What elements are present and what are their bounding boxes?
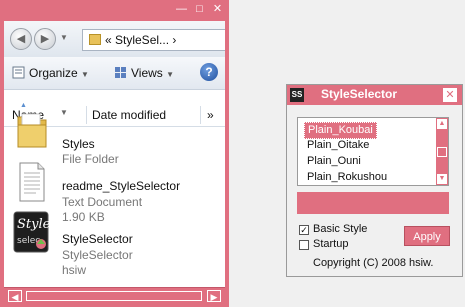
scrollbar-thumb[interactable] xyxy=(26,291,202,301)
apply-button[interactable]: Apply xyxy=(404,226,450,246)
help-icon[interactable]: ? xyxy=(200,63,218,81)
file-name: readme_StyleSelector xyxy=(62,179,181,193)
list-item[interactable]: Plain_Rokushou xyxy=(304,170,390,185)
styleselector-app-icon: Style selec xyxy=(13,211,49,253)
back-button[interactable]: ◀ xyxy=(10,28,32,50)
file-name: StyleSelector xyxy=(62,232,133,246)
file-company: hsiw xyxy=(62,263,87,277)
basic-style-checkbox[interactable]: ✓ xyxy=(299,225,309,235)
address-path: « StyleSel... › xyxy=(105,33,177,47)
styleselector-window: SS StyleSelector ✕ Plain_Koubai Plain_Oi… xyxy=(286,84,463,277)
forward-button[interactable]: ▶ xyxy=(34,28,56,50)
window-title: StyleSelector xyxy=(321,87,398,101)
file-type: Text Document xyxy=(62,195,143,209)
file-description: StyleSelector xyxy=(62,248,133,262)
list-item[interactable]: Plain_Koubai xyxy=(304,122,377,139)
list-item[interactable]: Plain_Ouni xyxy=(304,154,364,169)
horizontal-scrollbar[interactable]: ◀ ▶ xyxy=(4,287,225,304)
navigation-bar: ◀ ▶ ▼ « StyleSel... › xyxy=(4,21,225,57)
basic-style-label: Basic Style xyxy=(313,223,368,235)
folder-icon xyxy=(17,113,47,148)
close-button[interactable]: ✕ xyxy=(210,2,225,16)
views-button[interactable]: Views ▼ xyxy=(114,66,174,80)
views-icon xyxy=(115,67,126,78)
organize-label: Organize xyxy=(29,66,78,80)
organize-icon xyxy=(12,66,25,79)
scrollbar-thumb[interactable] xyxy=(437,147,447,157)
svg-text:Style: Style xyxy=(17,217,49,232)
file-item-styleselector[interactable]: Style selec StyleSelector StyleSelector … xyxy=(4,211,225,277)
explorer-content: ◀ ▶ ▼ « StyleSel... › Organize ▼ Views ▼… xyxy=(4,21,225,287)
close-button[interactable]: ✕ xyxy=(443,88,457,102)
command-toolbar: Organize ▼ Views ▼ ? xyxy=(4,57,225,90)
file-item-styles[interactable]: Styles File Folder xyxy=(4,109,225,166)
file-name: Styles xyxy=(62,137,95,151)
recent-pages-chevron-icon[interactable]: ▼ xyxy=(60,33,68,42)
forward-arrow-icon: ▶ xyxy=(40,33,50,45)
copyright-text: Copyright (C) 2008 hsiw. xyxy=(313,257,434,269)
minimize-button[interactable]: — xyxy=(174,2,189,16)
back-arrow-icon: ◀ xyxy=(16,33,26,45)
list-item[interactable]: Plain_Oitake xyxy=(304,138,372,153)
folder-icon xyxy=(89,34,101,45)
organize-button[interactable]: Organize ▼ xyxy=(12,66,89,80)
scroll-down-button[interactable]: ▼ xyxy=(437,174,447,184)
style-listbox[interactable]: Plain_Koubai Plain_Oitake Plain_Ouni Pla… xyxy=(297,117,449,186)
scroll-right-button[interactable]: ▶ xyxy=(207,290,221,302)
styleselector-titlebar[interactable]: SS StyleSelector ✕ xyxy=(287,85,462,105)
text-document-icon xyxy=(19,162,45,202)
views-label: Views xyxy=(131,66,163,80)
file-item-readme[interactable]: readme_StyleSelector Text Document 1.90 … xyxy=(4,159,225,224)
vertical-scrollbar[interactable]: ▲ ▼ xyxy=(436,118,448,185)
style-edit-field[interactable] xyxy=(297,192,449,214)
scroll-left-button[interactable]: ◀ xyxy=(8,290,22,302)
scroll-up-button[interactable]: ▲ xyxy=(437,119,447,129)
styleselector-logo-icon: SS xyxy=(290,88,304,102)
maximize-button[interactable]: □ xyxy=(192,2,207,16)
startup-label: Startup xyxy=(313,238,349,250)
startup-checkbox[interactable] xyxy=(299,240,309,250)
address-bar[interactable]: « StyleSel... › xyxy=(82,29,225,51)
explorer-window: — □ ✕ ◀ ▶ ▼ « StyleSel... › Organize ▼ V… xyxy=(0,0,229,307)
